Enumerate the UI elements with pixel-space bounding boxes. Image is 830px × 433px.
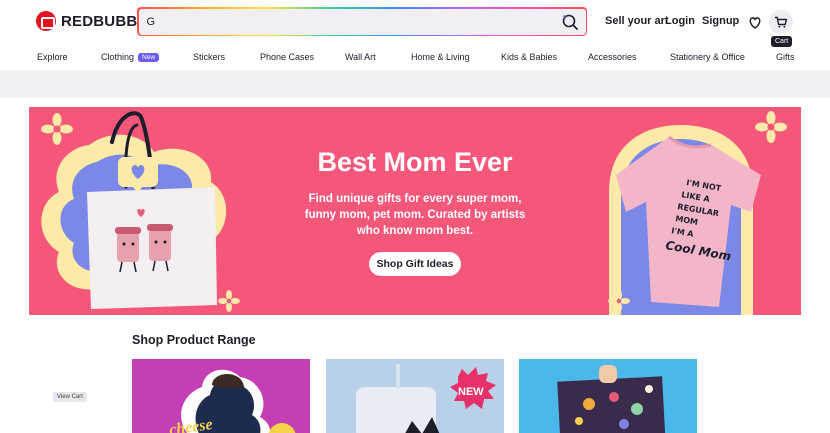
product-card-image	[519, 359, 697, 433]
nav-item-gifts[interactable]: Gifts	[776, 52, 795, 62]
login-link[interactable]: Login	[665, 15, 695, 27]
nav-item-clothing[interactable]: Clothing New	[101, 52, 160, 62]
product-card-image: cheese	[168, 369, 296, 433]
nav-item-stickers[interactable]: Stickers	[193, 52, 225, 62]
signup-link[interactable]: Signup	[702, 15, 739, 27]
view-cart-button[interactable]: View Cart	[53, 392, 87, 402]
tote-bag-illustration	[41, 111, 240, 312]
nav-item-wall-art[interactable]: Wall Art	[345, 52, 376, 62]
daisy-icon	[41, 113, 73, 145]
hero-banner[interactable]: I'M NOT LIKE A REGULAR MOM I'M A Cool Mo…	[29, 107, 801, 315]
site-header: REDBUBBLE Sell your art Login Signup C	[0, 0, 830, 70]
hero-title: Best Mom Ever	[317, 147, 513, 177]
nav-item-accessories[interactable]: Accessories	[588, 52, 637, 62]
daisy-icon	[218, 290, 240, 312]
nav-item-kids-babies[interactable]: Kids & Babies	[501, 52, 557, 62]
nav-item-home-living[interactable]: Home & Living	[411, 52, 470, 62]
product-card-image: NEW	[326, 359, 504, 433]
redbubble-logo-icon	[36, 11, 56, 31]
category-nav: Explore Clothing New Stickers Phone Cases…	[0, 48, 830, 66]
search-bar	[137, 7, 587, 36]
tshirt-illustration: I'M NOT LIKE A REGULAR MOM I'M A Cool Mo…	[608, 111, 787, 315]
daisy-icon	[755, 111, 787, 143]
nav-item-phone-cases[interactable]: Phone Cases	[260, 52, 314, 62]
cart-icon[interactable]	[769, 10, 793, 34]
shop-gift-ideas-button[interactable]: Shop Gift Ideas	[369, 252, 461, 276]
nav-item-label: Clothing	[101, 52, 135, 62]
nav-item-explore[interactable]: Explore	[37, 52, 68, 62]
product-card[interactable]: cheese	[132, 359, 310, 433]
sell-your-art-link[interactable]: Sell your art	[605, 15, 669, 27]
nav-item-stationery-office[interactable]: Stationery & Office	[670, 52, 745, 62]
heart-icon[interactable]	[743, 10, 767, 34]
new-badge: New	[138, 53, 160, 62]
cart-tooltip: Cart	[771, 36, 793, 47]
search-input[interactable]	[146, 8, 547, 35]
product-card[interactable]: NEW	[326, 359, 504, 433]
section-title: Shop Product Range	[132, 333, 256, 347]
product-card[interactable]	[519, 359, 697, 433]
promo-band	[0, 70, 830, 98]
product-card-image-text: cheese	[168, 416, 213, 433]
new-badge: NEW	[458, 386, 484, 398]
hero-subtitle: Find unique gifts for every super mom, f…	[304, 193, 526, 237]
search-icon[interactable]	[560, 12, 580, 32]
search-field-container	[138, 8, 586, 35]
